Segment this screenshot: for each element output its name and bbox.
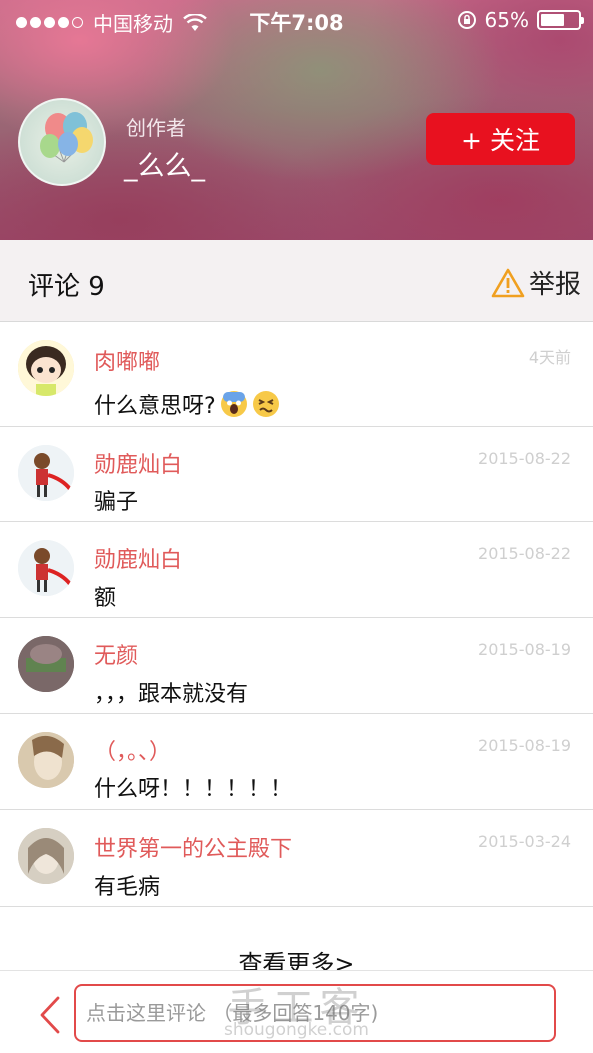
commenter-avatar[interactable] bbox=[18, 732, 74, 788]
comment-text: 有毛病 bbox=[94, 875, 161, 900]
comment-time: 4天前 bbox=[528, 348, 571, 367]
commenter-name[interactable]: 肉嘟嘟 bbox=[94, 344, 160, 376]
commenter-name[interactable]: 勋鹿灿白 bbox=[94, 542, 182, 574]
creator-avatar[interactable] bbox=[18, 98, 106, 186]
comment-text: 额 bbox=[94, 586, 117, 611]
comment-item: 世界第一的公主殿下 2015-03-24 有毛病 bbox=[0, 810, 593, 907]
commenter-avatar[interactable] bbox=[18, 340, 74, 396]
commenter-name[interactable]: 无颜 bbox=[94, 638, 138, 670]
comment-item: 肉嘟嘟 4天前 什么意思呀? bbox=[0, 322, 593, 427]
status-bar: 中国移动 下午7:08 65% bbox=[0, 0, 593, 40]
commenter-name[interactable]: （，。、） bbox=[94, 734, 171, 766]
profile-header: 中国移动 下午7:08 65% 创作者 _么么_ + 关注 bbox=[0, 0, 593, 240]
report-label: 举报 bbox=[528, 270, 581, 300]
commenter-name[interactable]: 勋鹿灿白 bbox=[94, 447, 182, 479]
comment-text: 什么意思呀? bbox=[94, 394, 216, 419]
comment-item: 无颜 2015-08-19 ，，，跟本就没有 bbox=[0, 618, 593, 714]
report-button[interactable]: 举报 bbox=[491, 264, 581, 301]
scream-emoji-icon bbox=[220, 391, 247, 417]
rotation-lock-icon bbox=[457, 11, 476, 29]
commenter-avatar[interactable] bbox=[18, 828, 74, 884]
comment-text: ，，，跟本就没有 bbox=[94, 682, 249, 707]
commenter-avatar[interactable] bbox=[18, 445, 74, 501]
comment-time: 2015-08-22 bbox=[478, 449, 571, 468]
balloons-icon bbox=[40, 112, 93, 163]
comment-time: 2015-08-19 bbox=[478, 640, 571, 659]
comment-item: 勋鹿灿白 2015-08-22 骗子 bbox=[0, 427, 593, 522]
creator-label: 创作者 bbox=[126, 116, 186, 140]
comment-text: 什么呀！！！！！！ bbox=[94, 777, 293, 802]
comment-text: 骗子 bbox=[94, 490, 139, 515]
comment-input[interactable] bbox=[74, 984, 556, 1042]
follow-button-label: + 关注 bbox=[461, 126, 540, 155]
comment-item: （，。、） 2015-08-19 什么呀！！！！！！ bbox=[0, 714, 593, 810]
comments-header: 评论 9 举报 bbox=[0, 240, 593, 322]
commenter-avatar[interactable] bbox=[18, 636, 74, 692]
commenter-name[interactable]: 世界第一的公主殿下 bbox=[94, 831, 292, 863]
battery-percent: 65% bbox=[484, 8, 529, 32]
comment-time: 2015-03-24 bbox=[478, 832, 571, 851]
comment-item: 勋鹿灿白 2015-08-22 额 bbox=[0, 522, 593, 618]
comment-time: 2015-08-22 bbox=[478, 544, 571, 563]
persevere-emoji-icon bbox=[252, 391, 279, 417]
bottom-bar bbox=[0, 970, 593, 1053]
comments-title: 评论 9 bbox=[28, 272, 105, 302]
back-arrow-icon[interactable] bbox=[36, 995, 64, 1035]
commenter-avatar[interactable] bbox=[18, 540, 74, 596]
creator-name[interactable]: _么么_ bbox=[124, 144, 205, 183]
warning-icon bbox=[491, 268, 525, 297]
battery-icon bbox=[537, 10, 584, 30]
comment-time: 2015-08-19 bbox=[478, 736, 571, 755]
follow-button[interactable]: + 关注 bbox=[426, 113, 575, 165]
